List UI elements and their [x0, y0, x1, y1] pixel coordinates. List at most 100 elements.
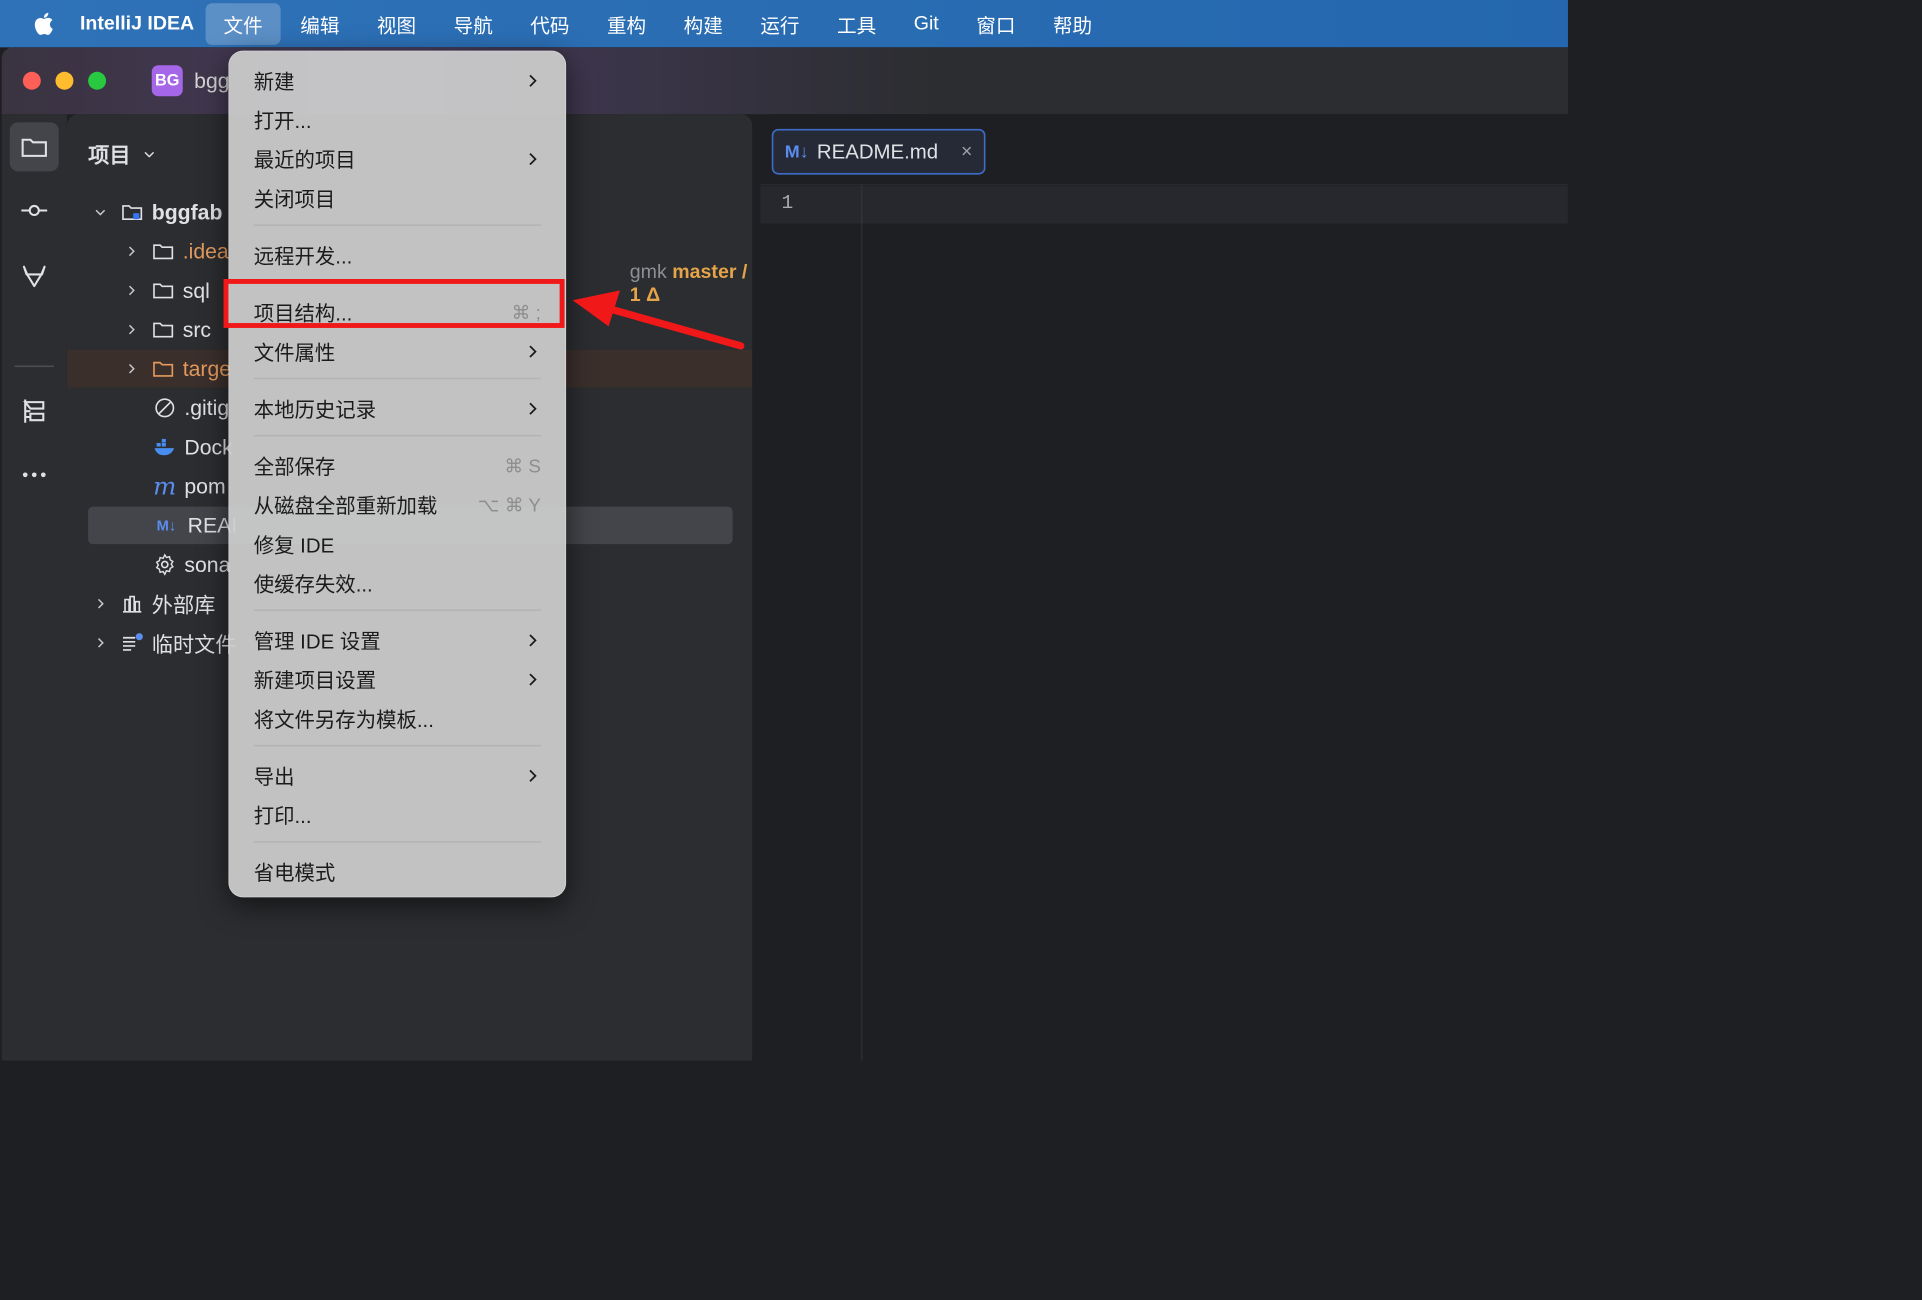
chevron-right-icon[interactable] — [122, 242, 140, 260]
menu-item-label: 打印... — [253, 805, 312, 829]
close-window-button[interactable] — [22, 71, 41, 90]
menu-git[interactable]: Git — [896, 6, 957, 42]
menu-item-label: 从磁盘全部重新加载 — [253, 495, 438, 519]
tree-label: pom — [184, 473, 226, 499]
chevron-right-icon — [529, 769, 537, 782]
chevron-down-icon[interactable] — [91, 203, 109, 221]
tab-readme[interactable]: M↓ README.md × — [771, 128, 986, 175]
menu-item-label: 导出 — [253, 766, 295, 789]
menu-item-close-project[interactable]: 关闭项目 — [229, 179, 565, 217]
more-tools-button[interactable] — [10, 450, 59, 499]
menu-item-new[interactable]: 新建 — [229, 62, 565, 100]
tree-label: .idea — [182, 238, 229, 264]
menu-edit[interactable]: 编辑 — [282, 3, 357, 45]
menu-item-label: 新建 — [253, 70, 295, 94]
maven-icon: m — [153, 471, 177, 501]
menu-build[interactable]: 构建 — [666, 3, 741, 45]
menu-item-label: 最近的项目 — [253, 149, 356, 173]
menu-item-reload-all[interactable]: 从磁盘全部重新加载 ⌥ ⌘ Y — [229, 486, 565, 524]
menu-separator — [253, 224, 541, 226]
menu-view[interactable]: 视图 — [359, 3, 434, 45]
project-switcher[interactable]: bgg — [194, 69, 229, 94]
chevron-right-icon — [529, 345, 537, 358]
commit-tool-button[interactable] — [10, 186, 59, 235]
module-folder-icon — [119, 199, 145, 225]
chevron-right-icon — [529, 402, 537, 415]
scratches-icon — [119, 630, 145, 656]
chevron-right-icon — [529, 153, 537, 166]
menu-item-label: 将文件另存为模板... — [253, 708, 434, 732]
menu-item-file-properties[interactable]: 文件属性 — [229, 333, 565, 371]
tree-label: targe — [182, 356, 232, 381]
menu-item-label: 修复 IDE — [253, 534, 335, 558]
gitlab-icon — [22, 265, 46, 288]
editor-area[interactable]: M↓ README.md × 1 — [760, 114, 1568, 1061]
menu-run[interactable]: 运行 — [742, 3, 817, 45]
chevron-right-icon[interactable] — [122, 281, 140, 299]
current-line-highlight — [760, 186, 1568, 224]
gear-icon — [152, 551, 178, 577]
tree-label: sona — [184, 551, 231, 577]
menu-code[interactable]: 代码 — [512, 3, 587, 45]
menu-item-label: 使缓存失效... — [253, 573, 373, 597]
annotation-arrow-icon — [572, 290, 745, 350]
vcs-user: gmk — [629, 261, 667, 284]
minimize-window-button[interactable] — [55, 71, 74, 90]
chevron-down-icon[interactable] — [142, 147, 157, 162]
menu-item-invalidate-caches[interactable]: 使缓存失效... — [229, 565, 565, 603]
project-badge[interactable]: BG — [151, 65, 183, 97]
menu-tools[interactable]: 工具 — [819, 3, 894, 45]
menu-separator — [253, 744, 541, 747]
menu-separator — [253, 377, 541, 380]
menu-item-shortcut: ⌥ ⌘ Y — [477, 493, 541, 516]
menu-item-remote-development[interactable]: 远程开发... — [229, 237, 565, 275]
menu-item-repair-ide[interactable]: 修复 IDE — [229, 525, 565, 563]
menu-item-label: 全部保存 — [253, 456, 336, 479]
line-number-gutter — [760, 184, 863, 1061]
chevron-right-icon — [529, 74, 537, 87]
menu-item-new-project-settings[interactable]: 新建项目设置 — [229, 661, 565, 699]
menu-file[interactable]: 文件 — [205, 2, 281, 45]
markdown-icon: M↓ — [784, 141, 809, 162]
markdown-icon: M↓ — [156, 516, 177, 534]
menu-item-open[interactable]: 打开... — [229, 101, 565, 139]
menu-item-label: 新建项目设置 — [253, 669, 377, 693]
tree-label: src — [182, 316, 212, 342]
chevron-right-icon[interactable] — [91, 595, 109, 613]
library-icon — [119, 591, 145, 617]
gitlab-tool-button[interactable] — [10, 251, 59, 300]
zoom-window-button[interactable] — [88, 71, 107, 90]
tree-label: bggfab — [151, 199, 223, 224]
menu-item-print[interactable]: 打印... — [229, 796, 565, 834]
menu-navigate[interactable]: 导航 — [436, 3, 511, 45]
menu-item-local-history[interactable]: 本地历史记录 — [229, 390, 565, 428]
menu-item-power-save-mode[interactable]: 省电模式 — [229, 853, 565, 891]
menu-item-save-all[interactable]: 全部保存 ⌘ S — [229, 447, 565, 485]
menu-item-save-as-template[interactable]: 将文件另存为模板... — [229, 700, 565, 738]
close-icon[interactable]: × — [961, 140, 972, 163]
chevron-right-icon[interactable] — [122, 360, 140, 378]
folder-icon — [150, 277, 176, 303]
tree-label: .gitig — [184, 395, 230, 420]
menu-window[interactable]: 窗口 — [958, 3, 1033, 45]
project-tool-button[interactable] — [9, 122, 59, 172]
project-panel-title[interactable]: 项目 — [88, 139, 130, 169]
menu-item-shortcut: ⌘ S — [504, 454, 541, 477]
app-menu-name[interactable]: IntelliJ IDEA — [80, 12, 194, 35]
menu-item-label: 远程开发... — [253, 245, 353, 269]
menu-help[interactable]: 帮助 — [1035, 3, 1110, 45]
tree-label: Dock — [184, 434, 233, 459]
menu-refactor[interactable]: 重构 — [589, 3, 664, 45]
tree-label: sql — [182, 277, 210, 303]
apple-icon[interactable] — [31, 10, 59, 38]
menu-item-manage-ide-settings[interactable]: 管理 IDE 设置 — [229, 622, 565, 660]
menu-item-export[interactable]: 导出 — [229, 757, 565, 795]
tab-filename: README.md — [816, 139, 939, 163]
structure-tool-button[interactable] — [10, 387, 59, 436]
menu-item-recent-projects[interactable]: 最近的项目 — [229, 140, 565, 178]
strip-separator — [14, 365, 54, 368]
chevron-right-icon[interactable] — [91, 634, 109, 652]
chevron-right-icon[interactable] — [122, 321, 140, 339]
menu-separator — [253, 434, 541, 437]
chevron-right-icon — [529, 673, 537, 686]
